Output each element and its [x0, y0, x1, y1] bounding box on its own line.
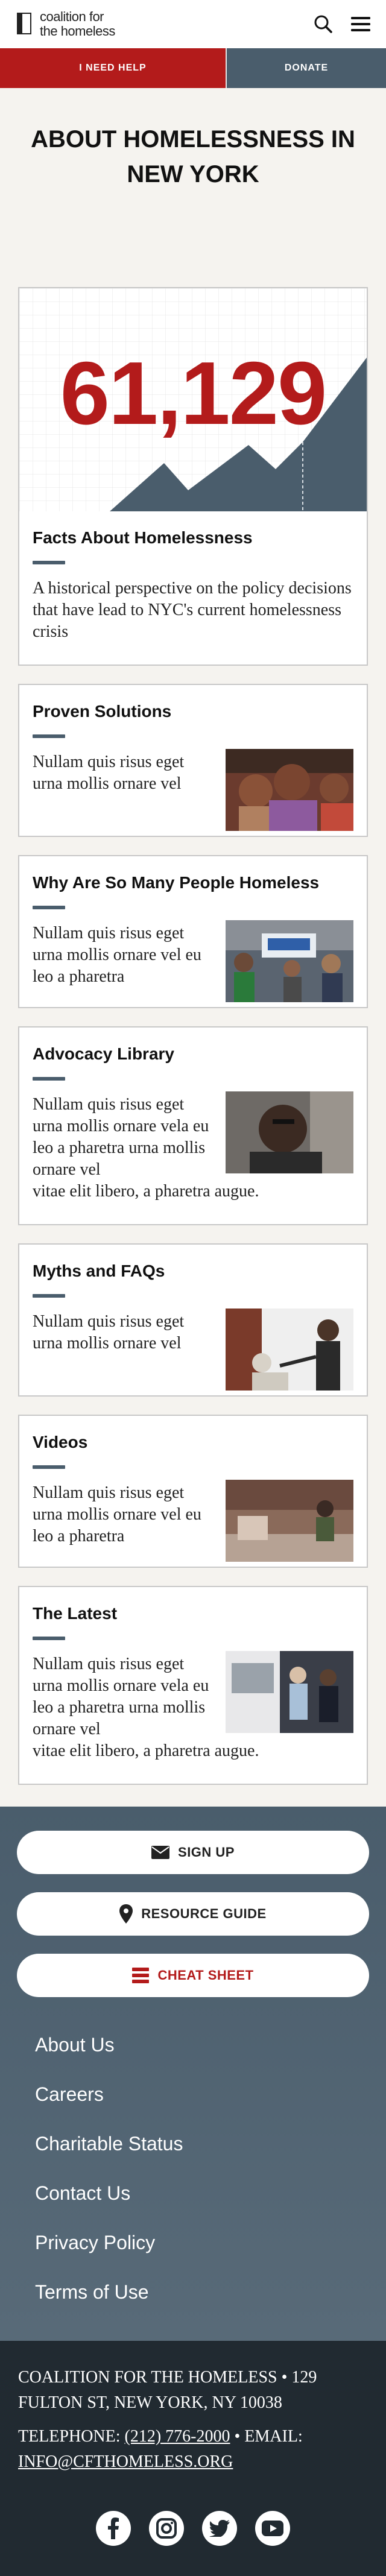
list-icon	[132, 1968, 150, 1983]
card-thumbnail	[226, 1480, 353, 1562]
card-description: Nullam quis risus eget urna mollis ornar…	[33, 924, 201, 986]
footer-address: COALITION FOR THE HOMELESS • 129 FULTON …	[18, 2368, 317, 2412]
divider	[33, 734, 65, 738]
card-description: Nullam quis risus eget urna mollis ornar…	[33, 1483, 201, 1545]
videos-card[interactable]: Videos Nullam quis risus eget urna molli…	[18, 1415, 368, 1568]
footer-nav: About Us Careers Charitable Status Conta…	[17, 2015, 369, 2317]
card-title: Videos	[33, 1433, 88, 1451]
divider	[33, 561, 65, 564]
card-description-extra: vitae elit libero, a pharetra augue.	[33, 1741, 259, 1760]
card-description: Nullam quis risus eget urna mollis ornar…	[33, 1312, 185, 1353]
footer-contact: COALITION FOR THE HOMELESS • 129 FULTON …	[0, 2341, 386, 2576]
site-header: coalition for the homeless	[0, 0, 386, 48]
divider	[33, 906, 65, 909]
resource-guide-button[interactable]: RESOURCE GUIDE	[17, 1892, 369, 1936]
card-thumbnail	[226, 1309, 353, 1391]
card-description: Nullam quis risus eget urna mollis ornar…	[33, 1095, 209, 1179]
card-list: 61,129 Facts About Homelessness A histor…	[0, 287, 386, 1785]
donate-button[interactable]: DONATE	[227, 48, 386, 88]
sign-up-label: SIGN UP	[178, 1845, 235, 1860]
site-logo[interactable]: coalition for the homeless	[17, 10, 115, 39]
telephone-label: TELEPHONE:	[18, 2427, 121, 2446]
card-title: The Latest	[33, 1604, 118, 1623]
facts-card[interactable]: 61,129 Facts About Homelessness A histor…	[18, 287, 368, 666]
social-links	[18, 2511, 368, 2546]
cta-bar: I NEED HELP DONATE	[0, 48, 386, 88]
footer-contact-line: TELEPHONE: (212) 776-2000 • EMAIL: INFO@…	[18, 2424, 368, 2475]
menu-button[interactable]	[349, 12, 373, 36]
cheat-sheet-label: CHEAT SHEET	[157, 1968, 254, 1983]
cheat-sheet-button[interactable]: CHEAT SHEET	[17, 1954, 369, 1997]
footer-link-about-us[interactable]: About Us	[35, 2020, 369, 2069]
footer-actions: SIGN UP RESOURCE GUIDE CHEAT SHEET About…	[0, 1807, 386, 2341]
proven-solutions-card[interactable]: Proven Solutions Nullam quis risus eget …	[18, 684, 368, 837]
search-icon	[314, 15, 332, 33]
card-thumbnail	[226, 749, 353, 831]
hamburger-menu-icon	[351, 17, 370, 31]
card-title: Advocacy Library	[33, 1044, 174, 1063]
footer-link-terms-of-use[interactable]: Terms of Use	[35, 2267, 369, 2317]
card-description: Nullam quis risus eget urna mollis ornar…	[33, 753, 185, 793]
divider	[33, 1294, 65, 1298]
card-description: A historical perspective on the policy d…	[33, 579, 352, 641]
twitter-link[interactable]	[202, 2511, 237, 2546]
instagram-icon	[156, 2518, 177, 2539]
divider	[33, 1077, 65, 1081]
footer-link-charitable-status[interactable]: Charitable Status	[35, 2119, 369, 2168]
email-link[interactable]: INFO@CFTHOMELESS.ORG	[18, 2452, 233, 2471]
resource-guide-label: RESOURCE GUIDE	[141, 1906, 267, 1921]
footer-link-careers[interactable]: Careers	[35, 2069, 369, 2119]
i-need-help-button[interactable]: I NEED HELP	[0, 48, 227, 88]
email-label: • EMAIL:	[234, 2427, 303, 2446]
myths-faqs-card[interactable]: Myths and FAQs Nullam quis risus eget ur…	[18, 1243, 368, 1397]
divider	[33, 1465, 65, 1469]
logo-text-line1: coalition for	[40, 9, 104, 24]
card-description: Nullam quis risus eget urna mollis ornar…	[33, 1655, 209, 1738]
card-thumbnail	[226, 1091, 353, 1173]
envelope-icon	[151, 1846, 170, 1859]
divider	[33, 1637, 65, 1640]
youtube-icon	[262, 2521, 283, 2536]
sign-up-button[interactable]: SIGN UP	[17, 1831, 369, 1874]
search-button[interactable]	[311, 12, 335, 36]
logo-text-line2: the homeless	[40, 24, 115, 39]
card-description-extra: vitae elit libero, a pharetra augue.	[33, 1182, 259, 1201]
card-title: Myths and FAQs	[33, 1261, 165, 1280]
facts-graphic: 61,129	[19, 288, 367, 511]
card-title: Proven Solutions	[33, 702, 172, 721]
facebook-icon	[108, 2518, 119, 2539]
card-thumbnail	[226, 920, 353, 1002]
why-homeless-card[interactable]: Why Are So Many People Homeless Nullam q…	[18, 855, 368, 1008]
telephone-link[interactable]: (212) 776-2000	[125, 2427, 230, 2446]
logo-book-icon	[17, 13, 31, 34]
advocacy-library-card[interactable]: Advocacy Library Nullam quis risus eget …	[18, 1026, 368, 1225]
map-pin-icon	[119, 1904, 133, 1924]
footer-link-privacy-policy[interactable]: Privacy Policy	[35, 2218, 369, 2267]
page-title: ABOUT HOMELESSNESS IN NEW YORK	[31, 126, 355, 188]
twitter-icon	[209, 2520, 230, 2537]
instagram-link[interactable]	[149, 2511, 184, 2546]
facebook-link[interactable]	[96, 2511, 131, 2546]
homeless-count-stat: 61,129	[60, 344, 327, 443]
card-thumbnail	[226, 1651, 353, 1733]
latest-card[interactable]: The Latest Nullam quis risus eget urna m…	[18, 1586, 368, 1785]
youtube-link[interactable]	[255, 2511, 290, 2546]
card-title: Why Are So Many People Homeless	[33, 873, 320, 892]
card-title: Facts About Homelessness	[33, 528, 253, 547]
footer-link-contact-us[interactable]: Contact Us	[35, 2168, 369, 2218]
